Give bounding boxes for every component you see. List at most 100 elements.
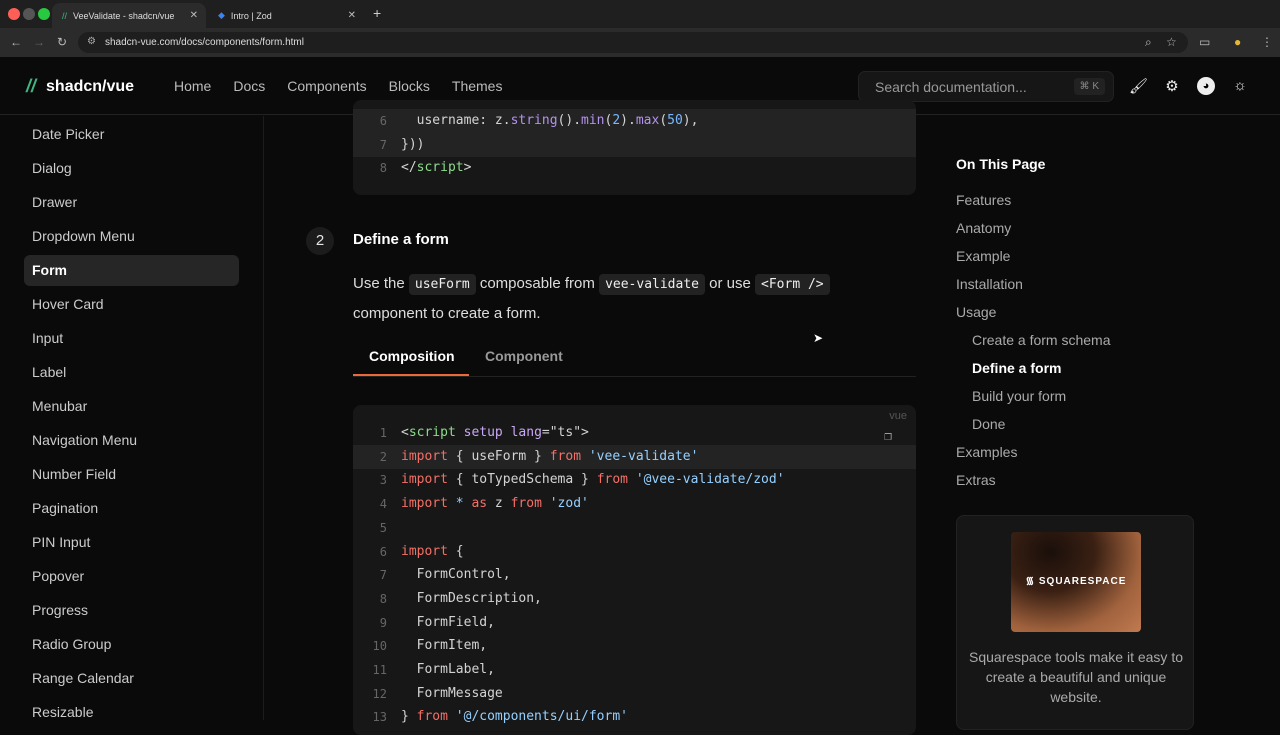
tab-title: Intro | Zod: [230, 10, 272, 21]
reload-icon[interactable]: ↻: [57, 35, 67, 49]
sidebar-item-dropdown-menu[interactable]: Dropdown Menu: [24, 221, 239, 252]
sidebar-item-radio-group[interactable]: Radio Group: [24, 629, 239, 660]
toc-item-create-a-form-schema[interactable]: Create a form schema: [972, 332, 1111, 348]
nav-home[interactable]: Home: [174, 78, 211, 94]
code-token: from: [510, 496, 542, 512]
line-number: 13: [372, 710, 387, 725]
browser-tab-veevalidate[interactable]: // VeeValidate - shadcn/vue ✕: [52, 3, 206, 28]
cast-icon[interactable]: ▭: [1199, 35, 1210, 49]
nav-blocks[interactable]: Blocks: [389, 78, 430, 94]
code-token: import: [401, 472, 448, 488]
code-token: })): [401, 136, 425, 152]
toc-item-usage[interactable]: Usage: [956, 304, 996, 320]
text: or use: [704, 275, 756, 292]
url-field[interactable]: ⚙ shadcn-vue.com/docs/components/form.htm…: [78, 32, 1188, 53]
minimize-window-button[interactable]: [23, 8, 35, 20]
tab-composition[interactable]: Composition: [369, 348, 455, 364]
sidebar-item-range-calendar[interactable]: Range Calendar: [24, 663, 239, 694]
sidebar-item-popover[interactable]: Popover: [24, 561, 239, 592]
bookmark-star-icon[interactable]: ☆: [1166, 35, 1177, 49]
profile-avatar[interactable]: ●: [1234, 35, 1241, 49]
squarespace-logo-icon: ᯾: [1025, 576, 1039, 587]
code-token: 'vee-validate': [581, 448, 699, 464]
code-token: (: [659, 113, 668, 128]
code-token: { toTypedSchema }: [447, 472, 597, 488]
code-line: 12 FormMessage: [353, 682, 916, 706]
sidebar-item-hover-card[interactable]: Hover Card: [24, 289, 239, 320]
browser-tab-zod[interactable]: ◆ Intro | Zod ✕: [208, 3, 364, 28]
code-line: 6 import {: [353, 540, 916, 564]
nav-components[interactable]: Components: [287, 78, 366, 94]
sidebar-item-label[interactable]: Label: [24, 357, 239, 388]
toc-item-define-a-form[interactable]: Define a form: [972, 360, 1061, 376]
line-code: FormDescription,: [401, 587, 542, 611]
search-shortcut: ⌘ K: [1073, 78, 1105, 95]
nav-docs[interactable]: Docs: [233, 78, 265, 94]
nav-themes[interactable]: Themes: [452, 78, 503, 94]
forward-icon[interactable]: →: [33, 35, 45, 49]
code-token: ),: [682, 113, 699, 128]
zoom-icon[interactable]: ⌕: [1145, 35, 1152, 50]
sponsor-ad[interactable]: ᯾ SQUARESPACE Squarespace tools make it …: [956, 515, 1194, 730]
theme-brush-icon[interactable]: 🖌: [1129, 77, 1148, 95]
sidebar-item-dialog[interactable]: Dialog: [24, 153, 239, 184]
sidebar-item-navigation-menu[interactable]: Navigation Menu: [24, 425, 239, 456]
url-text: shadcn-vue.com/docs/components/form.html: [105, 37, 304, 48]
search-input[interactable]: Search documentation... ⌘ K: [858, 71, 1114, 102]
line-number: 9: [379, 615, 387, 630]
toc-item-extras[interactable]: Extras: [956, 472, 996, 488]
sidebar-item-number-field[interactable]: Number Field: [24, 459, 239, 490]
site-settings-icon[interactable]: ⚙: [87, 36, 96, 47]
back-icon[interactable]: ←: [10, 35, 22, 49]
github-icon[interactable]: ◕: [1197, 77, 1215, 95]
browser-menu-icon[interactable]: ⋮: [1261, 35, 1273, 49]
toc-item-features[interactable]: Features: [956, 192, 1011, 208]
code-token: FormLabel,: [401, 662, 495, 677]
code-token: username: z.: [401, 113, 511, 128]
main-nav: Home Docs Components Blocks Themes: [174, 78, 524, 94]
line-number: 3: [379, 473, 387, 488]
tab-component[interactable]: Component: [485, 348, 563, 364]
sun-icon[interactable]: ☼: [1231, 77, 1249, 95]
sidebar-item-form[interactable]: Form: [24, 255, 239, 286]
sidebar-item-pin-input[interactable]: PIN Input: [24, 527, 239, 558]
close-tab-icon[interactable]: ✕: [348, 10, 356, 21]
new-tab-button[interactable]: +: [373, 5, 381, 21]
line-code: import * as z from 'zod': [401, 492, 589, 516]
toc-item-anatomy[interactable]: Anatomy: [956, 220, 1011, 236]
code-token: FormDescription,: [401, 590, 542, 606]
code-token: 50: [667, 113, 683, 128]
toc-item-example[interactable]: Example: [956, 248, 1010, 264]
code-token: <: [401, 425, 409, 440]
toc-item-installation[interactable]: Installation: [956, 276, 1023, 292]
tab-title: VeeValidate - shadcn/vue: [73, 10, 175, 21]
line-code: } from '@/components/ui/form': [401, 705, 628, 729]
close-window-button[interactable]: [8, 8, 20, 20]
code-line: 2 import { useForm } from 'vee-validate': [353, 444, 916, 469]
toc-item-examples[interactable]: Examples: [956, 444, 1017, 460]
code-block-schema: 6 username: z.string().min(2).max(50), 7}…: [353, 100, 916, 195]
sidebar-item-date-picker[interactable]: Date Picker: [24, 119, 239, 150]
line-number: 6: [379, 544, 387, 559]
gear-icon[interactable]: ⚙: [1163, 77, 1181, 95]
brand-logo[interactable]: // shadcn/vue: [26, 76, 134, 97]
code-token: from: [416, 709, 448, 725]
maximize-window-button[interactable]: [38, 8, 50, 20]
sidebar-item-pagination[interactable]: Pagination: [24, 493, 239, 524]
sidebar-item-progress[interactable]: Progress: [24, 595, 239, 626]
browser-tab-bar: // VeeValidate - shadcn/vue ✕ ◆ Intro | Zod…: [0, 0, 1280, 28]
sidebar-item-menubar[interactable]: Menubar: [24, 391, 239, 422]
sidebar-item-input[interactable]: Input: [24, 323, 239, 354]
sidebar-item-resizable[interactable]: Resizable: [24, 697, 239, 728]
sidebar-item-drawer[interactable]: Drawer: [24, 187, 239, 218]
shadcn-favicon-icon: //: [62, 10, 68, 21]
close-tab-icon[interactable]: ✕: [190, 10, 198, 21]
code-token: FormMessage: [401, 685, 503, 701]
line-code: <script setup lang="ts">: [401, 421, 589, 445]
code-token: import: [401, 496, 448, 512]
toc-item-build-your-form[interactable]: Build your form: [972, 388, 1066, 404]
toc-item-done[interactable]: Done: [972, 416, 1005, 432]
code-token: '@vee-validate/zod': [628, 472, 785, 488]
